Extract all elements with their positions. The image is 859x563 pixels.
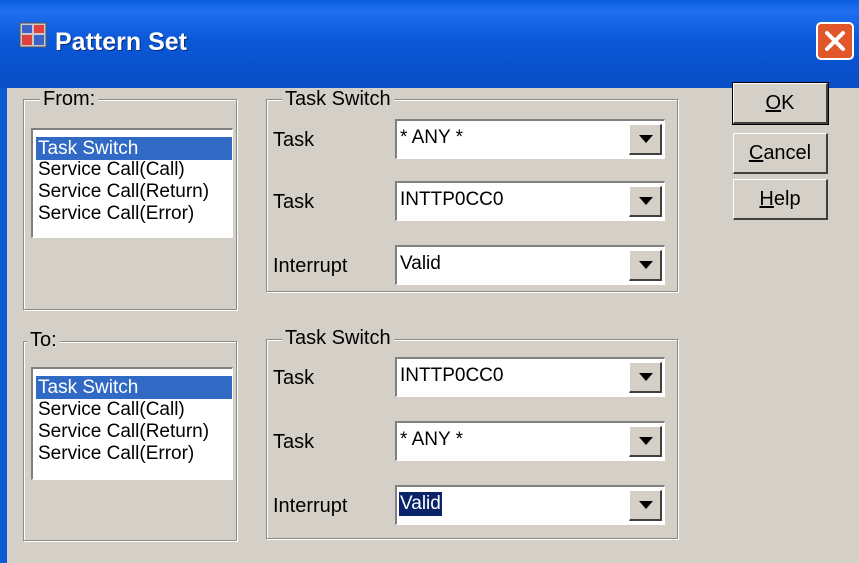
- help-mnemonic: H: [759, 188, 774, 210]
- window-title: Pattern Set: [55, 28, 187, 56]
- from-list-item-service-call-call[interactable]: Service Call(Call): [36, 158, 185, 181]
- window-border: [0, 88, 7, 563]
- cancel-mnemonic: C: [748, 142, 764, 164]
- from-list-item-service-call-error[interactable]: Service Call(Error): [36, 202, 194, 225]
- from-list-item-service-call-return[interactable]: Service Call(Return): [36, 180, 209, 203]
- ok-mnemonic: O: [765, 92, 782, 114]
- pattern-set-dialog: Pattern Set From: Task Switch Service Ca…: [0, 0, 859, 563]
- to-list-item-service-call-return[interactable]: Service Call(Return): [36, 420, 209, 443]
- dropdown-arrow-icon: [639, 261, 653, 269]
- dropdown-arrow-icon: [639, 197, 653, 205]
- dropdown-arrow-icon: [639, 501, 653, 509]
- cancel-label-rest: ancel: [763, 142, 812, 164]
- to-interrupt-value: Valid: [399, 492, 442, 516]
- to-task2-dropdown-button[interactable]: [629, 426, 662, 457]
- from-task2-dropdown-button[interactable]: [629, 186, 662, 217]
- from-task2-label: Task: [273, 191, 315, 213]
- to-interrupt-dropdown-button[interactable]: [629, 490, 662, 521]
- help-label-rest: elp: [773, 188, 801, 210]
- cancel-button[interactable]: Cancel: [733, 133, 828, 174]
- ok-button[interactable]: OK: [732, 82, 829, 125]
- to-detail-group-label: Task Switch: [282, 327, 394, 349]
- to-task2-combo[interactable]: * ANY *: [395, 421, 665, 461]
- to-interrupt-label: Interrupt: [273, 495, 348, 517]
- help-button[interactable]: Help: [733, 179, 828, 220]
- to-interrupt-combo[interactable]: Valid: [395, 485, 665, 525]
- dropdown-arrow-icon: [639, 373, 653, 381]
- to-task-label: Task: [273, 367, 315, 389]
- from-task-value: * ANY *: [400, 127, 464, 148]
- from-interrupt-combo[interactable]: Valid: [395, 245, 665, 285]
- to-task2-value: * ANY *: [400, 429, 464, 450]
- ok-label-rest: K: [781, 92, 795, 114]
- to-task-dropdown-button[interactable]: [629, 362, 662, 393]
- from-group-label: From:: [40, 88, 99, 110]
- to-group-label: To:: [27, 329, 60, 351]
- from-task-dropdown-button[interactable]: [629, 124, 662, 155]
- from-event-list[interactable]: Task Switch Service Call(Call) Service C…: [31, 128, 233, 238]
- from-task2-combo[interactable]: INTTP0CC0: [395, 181, 665, 221]
- close-icon: [825, 31, 845, 51]
- to-event-list[interactable]: Task Switch Service Call(Call) Service C…: [31, 367, 233, 480]
- from-interrupt-value: Valid: [400, 253, 441, 274]
- from-task-label: Task: [273, 129, 315, 151]
- to-task-value: INTTP0CC0: [400, 365, 504, 386]
- title-bar[interactable]: Pattern Set: [0, 0, 859, 88]
- dropdown-arrow-icon: [639, 437, 653, 445]
- from-interrupt-label: Interrupt: [273, 255, 348, 277]
- from-interrupt-dropdown-button[interactable]: [629, 250, 662, 281]
- dropdown-arrow-icon: [639, 135, 653, 143]
- close-button[interactable]: [816, 22, 854, 60]
- from-detail-group-label: Task Switch: [282, 88, 394, 110]
- to-list-item-service-call-error[interactable]: Service Call(Error): [36, 442, 194, 465]
- from-list-item-task-switch[interactable]: Task Switch: [36, 137, 232, 160]
- pattern-set-app-icon: [19, 22, 47, 48]
- from-task2-value: INTTP0CC0: [400, 189, 504, 210]
- to-list-item-service-call-call[interactable]: Service Call(Call): [36, 398, 185, 421]
- to-task-combo[interactable]: INTTP0CC0: [395, 357, 665, 397]
- to-list-item-task-switch[interactable]: Task Switch: [36, 376, 232, 399]
- to-task2-label: Task: [273, 431, 315, 453]
- from-task-combo[interactable]: * ANY *: [395, 119, 665, 159]
